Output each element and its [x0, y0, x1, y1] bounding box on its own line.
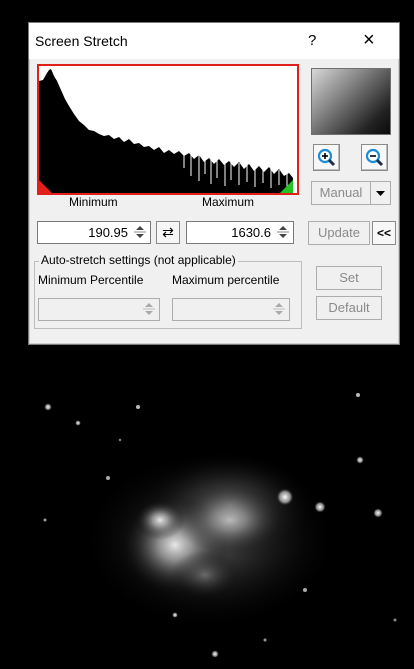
max-percentile-label: Maximum percentile [172, 273, 280, 287]
maximum-input[interactable]: 1630.6 [186, 221, 294, 244]
max-percentile-input[interactable] [172, 298, 290, 321]
spinner-arrows-icon[interactable] [271, 301, 287, 317]
close-button[interactable]: × [363, 29, 375, 52]
maximum-label: Maximum [202, 195, 255, 209]
auto-stretch-group-label: Auto-stretch settings (not applicable) [39, 253, 238, 267]
help-button[interactable]: ? [308, 32, 316, 49]
update-label: Update [318, 225, 360, 240]
spinner-arrows-icon[interactable] [275, 224, 291, 240]
min-percentile-input[interactable] [38, 298, 160, 321]
set-label: Set [339, 270, 359, 285]
screen-stretch-dialog: Screen Stretch ? × Manual Minimum Maximu… [28, 22, 400, 345]
swap-min-max-button[interactable]: ⇄ [156, 221, 180, 244]
mode-dropdown-arrow[interactable] [370, 181, 391, 205]
histogram[interactable] [37, 64, 299, 195]
zoom-out-icon [365, 148, 384, 167]
default-button[interactable]: Default [316, 296, 382, 320]
zoom-out-button[interactable] [361, 144, 388, 171]
minimum-input[interactable]: 190.95 [37, 221, 151, 244]
maximum-value: 1630.6 [231, 225, 271, 240]
set-button[interactable]: Set [316, 266, 382, 290]
zoom-in-icon [317, 148, 336, 167]
mode-dropdown[interactable]: Manual [311, 181, 371, 205]
default-label: Default [328, 300, 370, 315]
min-percentile-label: Minimum Percentile [38, 273, 144, 287]
minimum-label: Minimum [69, 195, 118, 209]
spinner-arrows-icon[interactable] [141, 301, 157, 317]
swap-icon: ⇄ [162, 224, 174, 240]
minimum-value: 190.95 [88, 225, 128, 240]
collapse-button[interactable]: << [372, 221, 396, 245]
stretch-gradient-preview [311, 68, 391, 135]
spinner-arrows-icon[interactable] [132, 224, 148, 240]
zoom-in-button[interactable] [313, 144, 340, 171]
update-button[interactable]: Update [308, 221, 370, 245]
collapse-label: << [376, 226, 391, 240]
title-bar[interactable]: Screen Stretch ? × [29, 23, 399, 59]
chevron-down-icon [376, 191, 385, 196]
window-title: Screen Stretch [35, 33, 128, 49]
mode-value: Manual [319, 185, 363, 200]
histogram-plot[interactable] [39, 66, 297, 193]
app-root: Screen Stretch ? × Manual Minimum Maximu… [0, 0, 414, 669]
